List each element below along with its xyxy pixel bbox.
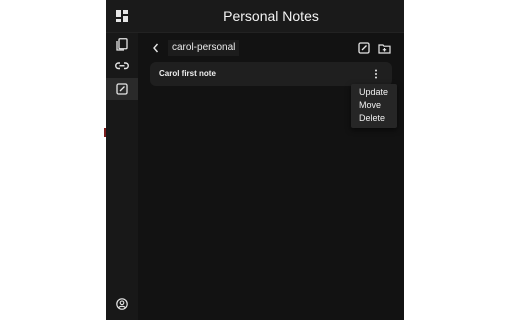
notebook-icon xyxy=(116,37,128,51)
new-folder-button[interactable] xyxy=(376,40,392,56)
top-bar: Personal Notes xyxy=(106,0,404,33)
sidebar-item-links[interactable] xyxy=(106,55,138,77)
main-panel: carol-personal Carol first note Update M… xyxy=(138,33,404,320)
folder-add-icon xyxy=(377,43,391,54)
new-note-button[interactable] xyxy=(356,40,372,56)
dashboard-icon xyxy=(116,10,128,22)
sidebar-item-notes[interactable] xyxy=(106,78,138,100)
note-item[interactable]: Carol first note xyxy=(150,62,392,86)
account-icon xyxy=(116,298,128,310)
menu-item-update[interactable]: Update xyxy=(359,86,388,99)
note-add-icon xyxy=(358,42,370,54)
menu-item-delete[interactable]: Delete xyxy=(359,112,385,125)
context-menu: Update Move Delete xyxy=(351,84,397,128)
page-title: Personal Notes xyxy=(223,8,319,24)
back-button[interactable] xyxy=(150,42,162,54)
sidebar xyxy=(106,33,138,320)
folder-name: carol-personal xyxy=(168,40,240,56)
note-title: Carol first note xyxy=(159,69,216,78)
sidebar-item-notebooks[interactable] xyxy=(106,33,138,55)
link-icon xyxy=(115,62,129,70)
more-vertical-icon xyxy=(375,69,377,79)
note-options-button[interactable] xyxy=(370,66,382,82)
menu-item-move[interactable]: Move xyxy=(359,99,381,112)
dashboard-button[interactable] xyxy=(106,5,138,27)
app-window: Personal Notes carol-personal Carol firs… xyxy=(106,0,404,320)
chevron-left-icon xyxy=(153,43,159,53)
note-edit-icon xyxy=(116,83,128,95)
account-button[interactable] xyxy=(106,293,138,315)
